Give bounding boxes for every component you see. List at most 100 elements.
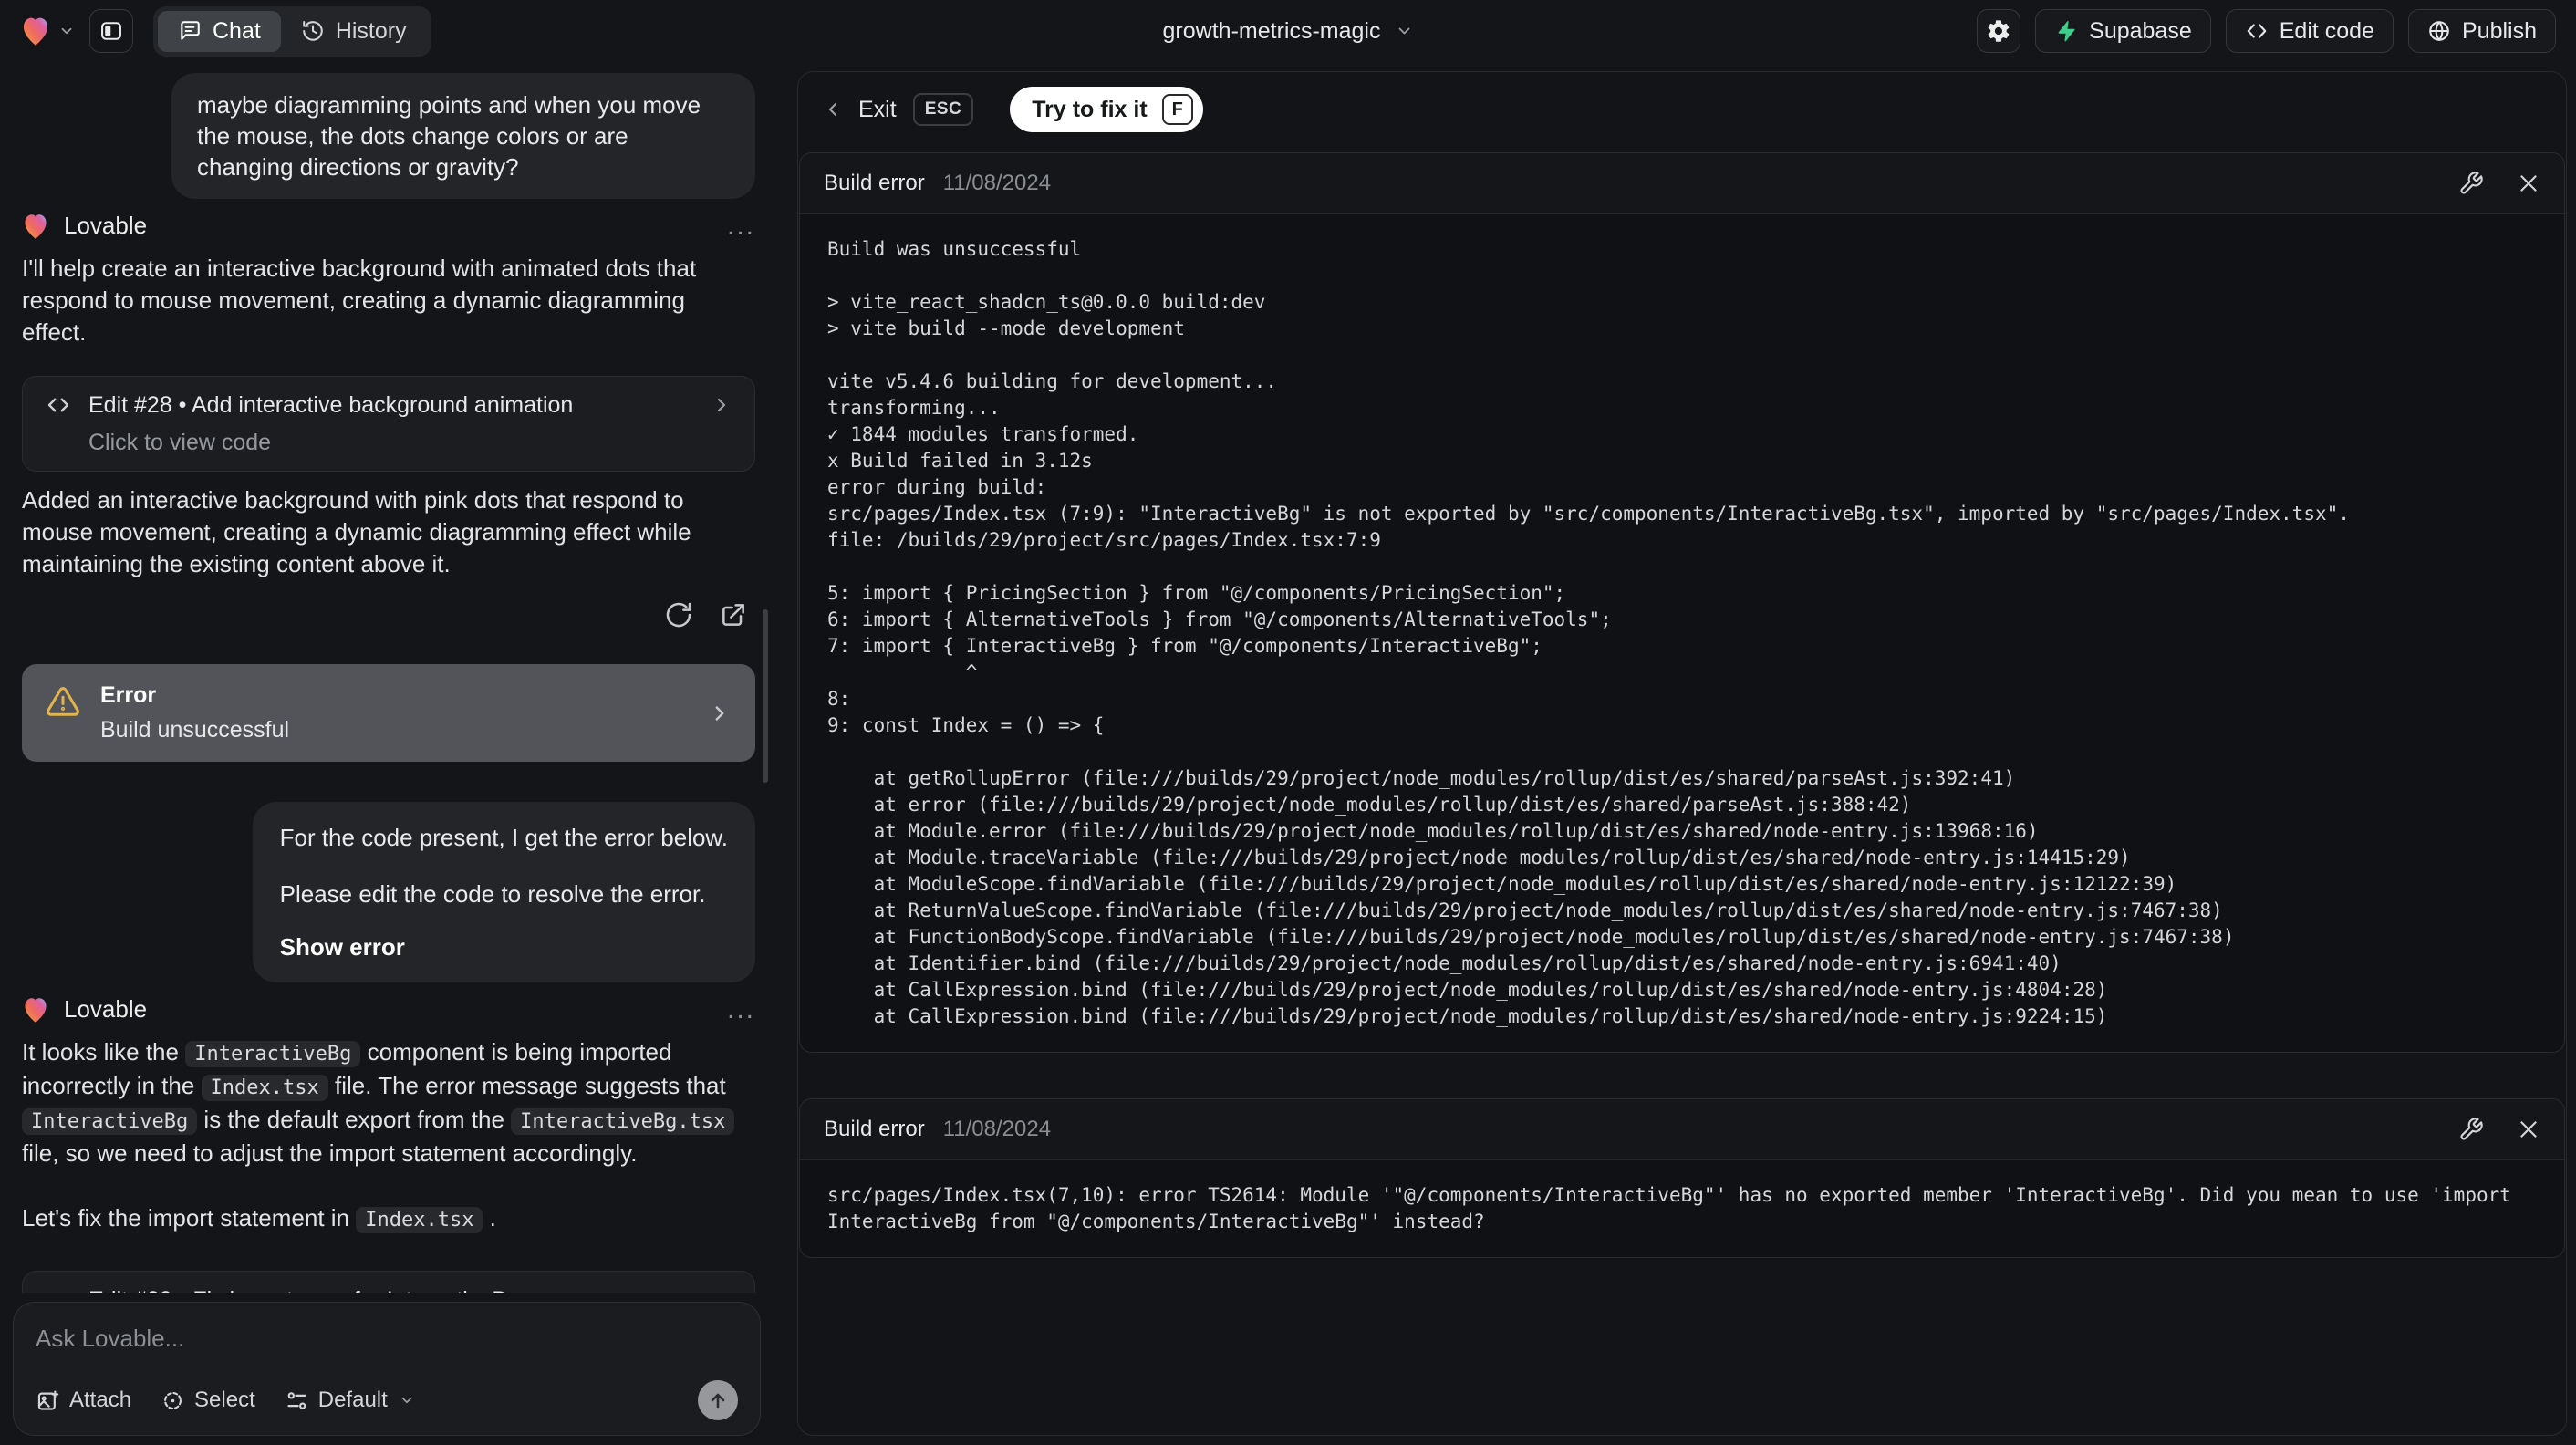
edit-card-29[interactable]: Edit #29 • Fix import error for Interact… [22,1271,755,1293]
restore-version-button[interactable] [664,600,693,629]
attach-label: Attach [69,1388,132,1412]
chat-panel: maybe diagramming points and when you mo… [0,62,772,1445]
settings-button[interactable] [1977,9,2021,53]
chat-input-placeholder[interactable]: Ask Lovable... [36,1325,738,1353]
fix-error-button[interactable] [2458,1117,2484,1142]
supabase-button[interactable]: Supabase [2035,9,2211,53]
model-selector[interactable]: Default [285,1388,415,1413]
model-label: Default [317,1388,388,1412]
assistant-paragraph: I'll help create an interactive backgrou… [22,255,697,346]
build-error-header: Build error 11/08/2024 [800,1099,2564,1160]
build-error-card: Build error 11/08/2024 Build was unsucce… [799,152,2565,1053]
chevron-down-icon [1395,22,1413,40]
inline-code: Index.tsx [356,1207,483,1233]
terminal-output: Build was unsuccessful > vite_react_shad… [827,238,2350,1027]
panel-icon [99,18,124,44]
tab-history-label: History [335,17,407,44]
lovable-logo-menu[interactable] [20,16,75,47]
external-link-icon [719,600,748,629]
build-error-header: Build error 11/08/2024 [800,153,2564,214]
code-brackets-icon [45,391,72,419]
message-menu-button[interactable]: ... [727,212,755,239]
f-key-badge: F [1161,94,1193,125]
try-to-fix-button[interactable]: Try to fix it F [1010,87,1203,132]
chat-scrollbar-thumb[interactable] [763,609,768,783]
code-brackets-icon [2245,19,2269,43]
edit-code-button[interactable]: Edit code [2225,9,2394,53]
composer-toolbar: Attach Select Default [36,1380,738,1420]
exit-button[interactable]: Exit [858,97,897,123]
send-button[interactable] [698,1380,738,1420]
edit-card-title-row: Edit #28 • Add interactive background an… [45,391,732,419]
close-icon [2517,1118,2540,1141]
tab-chat[interactable]: Chat [158,10,281,52]
chevron-down-icon [58,23,75,39]
build-error-card-selected[interactable]: Error Build unsuccessful [22,664,755,762]
warning-triangle-icon [46,684,80,719]
select-label: Select [194,1388,255,1412]
supabase-label: Supabase [2089,17,2192,44]
attach-button[interactable]: Attach [36,1388,131,1413]
target-icon [161,1388,185,1413]
inline-code: InteractiveBg [22,1108,198,1135]
user-message-line: Please edit the code to resolve the erro… [279,880,706,908]
try-to-fix-label: Try to fix it [1032,96,1148,122]
chevron-right-icon [711,394,732,416]
chevron-left-icon[interactable] [822,99,844,120]
wrench-icon [2458,171,2484,196]
tab-chat-label: Chat [213,17,261,44]
code-brackets-icon [45,1286,72,1293]
build-error-title: Build error [824,171,925,195]
inline-code: Index.tsx [201,1075,328,1101]
chat-messages: maybe diagramming points and when you mo… [0,62,772,1293]
user-message-line: For the code present, I get the error be… [279,824,728,851]
history-icon [301,19,325,43]
arrow-up-icon [707,1389,729,1411]
select-element-button[interactable]: Select [161,1388,255,1413]
chat-bubble-icon [178,19,202,43]
close-icon [2517,172,2540,195]
error-card-title: Error [100,682,157,708]
message-menu-button[interactable]: ... [727,995,755,1023]
esc-key-badge: ESC [912,93,974,126]
project-name: growth-metrics-magic [1162,17,1381,44]
chat-history-tab-group: Chat History [153,5,431,57]
sidebar-toggle-button[interactable] [89,9,133,53]
close-error-button[interactable] [2517,1118,2540,1141]
close-error-button[interactable] [2517,172,2540,195]
fix-panel-header: Exit ESC Try to fix it F [798,72,2566,147]
error-card-subtitle: Build unsuccessful [100,717,290,743]
project-switcher[interactable]: growth-metrics-magic [1163,18,1414,45]
edit-card-28[interactable]: Edit #28 • Add interactive background an… [22,376,755,472]
lovable-heart-icon [20,16,51,47]
error-card-texts: Error Build unsuccessful [100,682,289,743]
composer[interactable]: Ask Lovable... Attach Select Default [13,1302,761,1436]
build-error-log: src/pages/Index.tsx(7,10): error TS2614:… [800,1160,2564,1257]
build-error-date: 11/08/2024 [942,171,1052,195]
tab-history[interactable]: History [281,11,427,52]
assistant-message-header: Lovable ... [22,212,755,240]
assistant-name: Lovable [64,212,148,239]
fix-errors-panel: Exit ESC Try to fix it F Build error 11/… [797,71,2567,1436]
show-error-toggle[interactable]: Show error [280,931,728,962]
publish-label: Publish [2462,17,2537,44]
refresh-icon [664,600,693,629]
topbar: Chat History growth-metrics-magic Supaba… [0,0,2576,62]
assistant-paragraph: It looks like the InteractiveBg componen… [22,1036,755,1170]
user-message: For the code present, I get the error be… [252,802,755,982]
open-preview-button[interactable] [719,600,748,629]
edit-card-title: Edit #28 • Add interactive background an… [88,391,574,418]
fix-error-button[interactable] [2458,171,2484,196]
terminal-output: src/pages/Index.tsx(7,10): error TS2614:… [827,1184,2523,1232]
supabase-bolt-icon [2054,19,2078,43]
inline-code: InteractiveBg.tsx [511,1108,735,1135]
publish-button[interactable]: Publish [2408,9,2556,53]
message-action-icons [22,600,755,629]
user-message: maybe diagramming points and when you mo… [171,73,755,199]
edit-card-title-row: Edit #29 • Fix import error for Interact… [45,1286,732,1294]
topbar-actions: Supabase Edit code Publish [1977,9,2556,53]
assistant-paragraph: Added an interactive background with pin… [22,486,691,577]
gear-icon [1986,18,2011,44]
chevron-right-icon [711,1289,732,1293]
build-error-title: Build error [824,1117,925,1141]
